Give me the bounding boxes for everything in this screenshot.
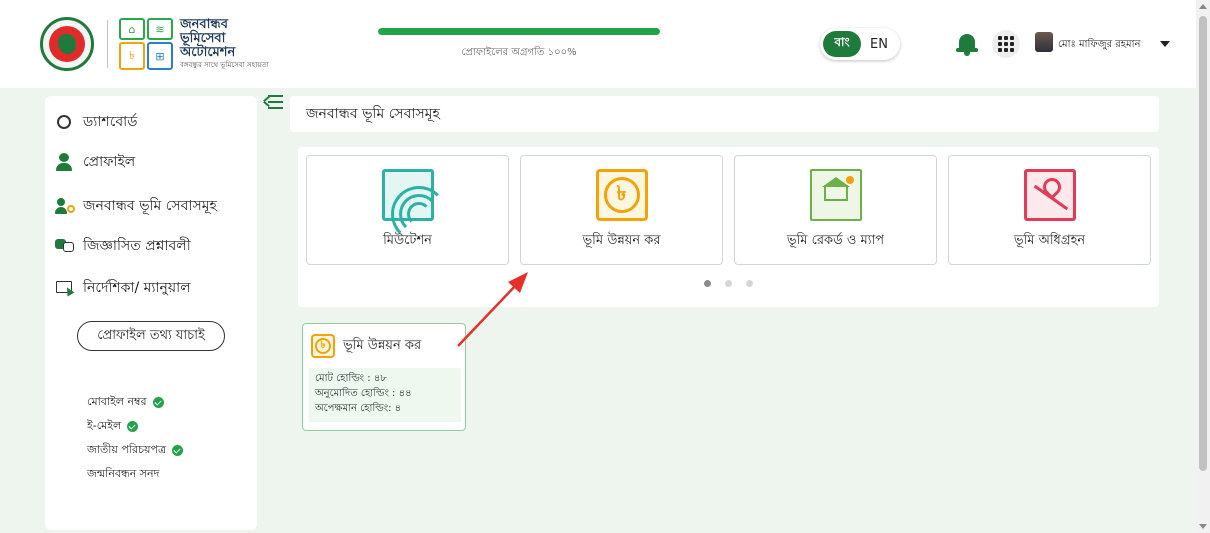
service-card-mutation[interactable]: মিউটেশন bbox=[306, 155, 509, 265]
services-carousel: মিউটেশন ৳ ভূমি উন্নয়ন কর ভূমি রেকর্ড ও … bbox=[298, 147, 1159, 307]
logo-tagline: বঙ্গবন্ধুর সাথে ভূমিসেবা সহায়তা bbox=[180, 61, 269, 69]
carousel-dot[interactable] bbox=[725, 280, 732, 287]
apps-grid-icon[interactable] bbox=[992, 30, 1020, 58]
page-title: জনবান্ধব ভূমি সেবাসমূহ bbox=[290, 96, 1159, 132]
logo-title: জনবান্ধব ভূমিসেবা অটোমেশন বঙ্গবন্ধুর সাথ… bbox=[180, 17, 269, 70]
user-gear-icon bbox=[55, 197, 75, 215]
service-card-label: ভূমি অধিগ্রহন bbox=[1013, 233, 1086, 248]
verify-item-mobile: মোবাইল নম্বর bbox=[87, 393, 164, 412]
verify-item-email: ই-মেইল bbox=[87, 417, 139, 436]
service-card-label: ভূমি রেকর্ড ও ম্যাপ bbox=[786, 233, 885, 248]
progress-label: প্রোফাইলের অগ্রগতি ১০০% bbox=[461, 47, 577, 58]
total-holdings: মোট হোল্ডিং : ৪৮ bbox=[315, 373, 387, 384]
land-tax-summary-card[interactable]: ৳ ভূমি উন্নয়ন কর মোট হোল্ডিং : ৪৮ অনুমো… bbox=[302, 323, 466, 431]
language-bangla-option[interactable]: বাং bbox=[823, 31, 861, 57]
sidebar-item-land-services[interactable]: জনবান্ধব ভূমি সেবাসমূহ bbox=[55, 194, 217, 218]
progress-fill bbox=[378, 28, 660, 35]
summary-card-title: ভূমি উন্নয়ন কর bbox=[343, 337, 422, 353]
government-seal-logo bbox=[40, 17, 94, 71]
sidebar-item-label: জনবান্ধব ভূমি সেবাসমূহ bbox=[83, 198, 217, 214]
manual-pointer-icon bbox=[55, 279, 75, 297]
sidebar-item-label: জিজ্ঞাসিত প্রশ্নাবলী bbox=[83, 238, 191, 254]
service-card-land-development-tax[interactable]: ৳ ভূমি উন্নয়ন কর bbox=[520, 155, 723, 265]
sidebar-item-manual[interactable]: নির্দেশিকা/ ম্যানুয়াল bbox=[55, 276, 191, 300]
sidebar-item-label: নির্দেশিকা/ ম্যানুয়াল bbox=[83, 280, 191, 296]
sidebar: ড্যাশবোর্ড প্রোফাইল জনবান্ধব ভূমি সেবাসম… bbox=[45, 96, 257, 530]
summary-card-header: ৳ ভূমি উন্নয়ন কর bbox=[311, 334, 421, 358]
page-scrollbar[interactable] bbox=[1196, 0, 1210, 533]
check-circle-icon bbox=[152, 397, 164, 408]
approved-holdings: অনুমোদিত হোল্ডিং : ৪৪ bbox=[315, 388, 412, 399]
pending-holdings: অপেক্ষমান হোল্ডিং: ৪ bbox=[315, 403, 402, 414]
language-english-option[interactable]: EN bbox=[861, 37, 897, 52]
sidebar-item-dashboard[interactable]: ড্যাশবোর্ড bbox=[55, 110, 138, 134]
mutation-icon bbox=[381, 169, 447, 242]
language-toggle[interactable]: বাং EN bbox=[820, 28, 900, 60]
sidebar-collapse-icon[interactable] bbox=[262, 94, 284, 110]
scrollbar-thumb[interactable] bbox=[1199, 16, 1207, 471]
summary-card-body: মোট হোল্ডিং : ৪৮ অনুমোদিত হোল্ডিং : ৪৪ অ… bbox=[309, 368, 461, 422]
service-card-land-acquisition[interactable]: ভূমি অধিগ্রহন bbox=[948, 155, 1151, 265]
check-circle-icon bbox=[127, 421, 139, 432]
carousel-dot[interactable] bbox=[704, 280, 711, 287]
dashboard-gauge-icon bbox=[55, 113, 75, 131]
profile-progress: প্রোফাইলের অগ্রগতি ১০০% bbox=[378, 28, 660, 62]
taka-coin-icon: ৳ bbox=[595, 169, 648, 221]
verify-item-nid: জাতীয় পরিচয়পত্র bbox=[87, 441, 184, 460]
user-avatar[interactable] bbox=[1035, 32, 1053, 52]
sidebar-item-profile[interactable]: প্রোফাইল bbox=[55, 150, 135, 174]
logo-divider bbox=[107, 20, 108, 68]
check-circle-icon bbox=[172, 445, 184, 456]
verify-item-birth-certificate: জন্মনিবন্ধন সনদ bbox=[87, 467, 160, 480]
service-card-label: ভূমি উন্নয়ন কর bbox=[582, 233, 661, 248]
carousel-dot[interactable] bbox=[746, 280, 753, 287]
caret-down-icon[interactable] bbox=[1160, 41, 1170, 47]
taka-coin-icon: ৳ bbox=[311, 334, 335, 358]
verify-profile-button[interactable]: প্রোফাইল তথ্য যাচাই bbox=[77, 321, 225, 351]
scroll-down-icon[interactable] bbox=[1199, 524, 1207, 529]
progress-track bbox=[378, 28, 660, 35]
sidebar-item-label: প্রোফাইল bbox=[83, 154, 136, 170]
faq-chat-icon bbox=[55, 237, 75, 255]
sidebar-item-faq[interactable]: জিজ্ঞাসিত প্রশ্নাবলী bbox=[55, 234, 191, 258]
top-header: ⌂ ≋ ৳ ⊞ জনবান্ধব ভূমিসেবা অটোমেশন বঙ্গবন্ধু… bbox=[0, 0, 1196, 88]
notification-bell-icon[interactable] bbox=[956, 32, 978, 56]
person-icon bbox=[55, 153, 75, 171]
scroll-up-icon[interactable] bbox=[1199, 4, 1207, 9]
user-name-menu[interactable]: মোঃ মাফিজুর রহমান bbox=[1058, 37, 1140, 54]
land-service-logo-icon: ⌂ ≋ ৳ ⊞ bbox=[119, 18, 173, 70]
land-record-map-icon bbox=[809, 169, 862, 221]
sidebar-item-label: ড্যাশবোর্ড bbox=[83, 114, 138, 130]
map-pin-icon bbox=[1023, 169, 1076, 221]
service-card-land-record-map[interactable]: ভূমি রেকর্ড ও ম্যাপ bbox=[734, 155, 937, 265]
